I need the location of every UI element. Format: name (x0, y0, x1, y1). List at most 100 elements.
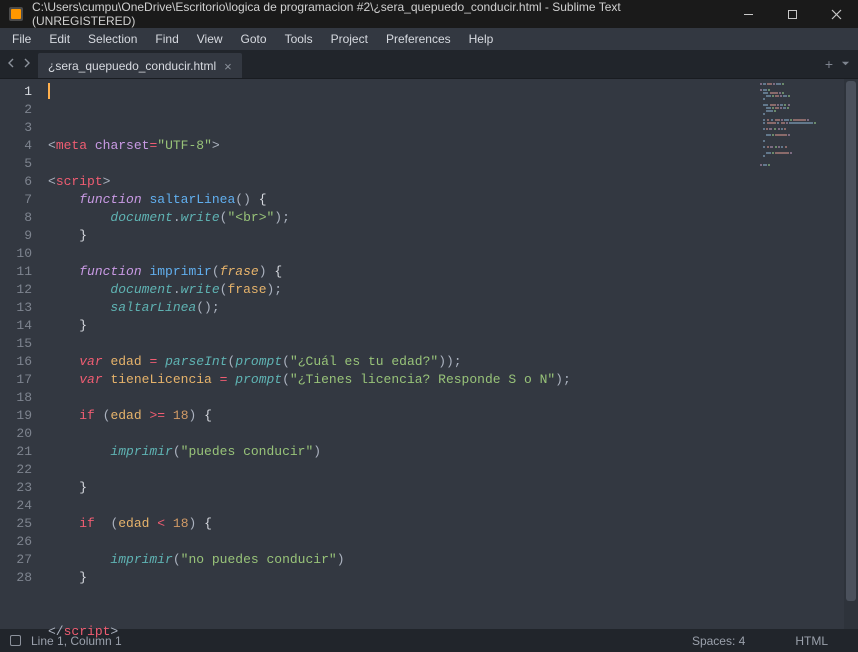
minimap-line (760, 134, 840, 136)
line-number[interactable]: 3 (0, 119, 32, 137)
line-number[interactable]: 19 (0, 407, 32, 425)
tab-menu-icon[interactable] (841, 55, 850, 73)
code-line[interactable]: imprimir("puedes conducir") (48, 443, 754, 461)
code-line[interactable] (48, 425, 754, 443)
menu-help[interactable]: Help (461, 30, 502, 48)
line-number[interactable]: 21 (0, 443, 32, 461)
line-number[interactable]: 6 (0, 173, 32, 191)
line-number[interactable]: 11 (0, 263, 32, 281)
line-number[interactable]: 15 (0, 335, 32, 353)
menu-edit[interactable]: Edit (41, 30, 78, 48)
minimap-line (760, 152, 840, 154)
line-number[interactable]: 26 (0, 533, 32, 551)
code-line[interactable]: imprimir("no puedes conducir") (48, 551, 754, 569)
code-line[interactable] (48, 497, 754, 515)
code-line[interactable]: var edad = parseInt(prompt("¿Cuál es tu … (48, 353, 754, 371)
code-line[interactable] (48, 461, 754, 479)
code-line[interactable]: var tieneLicencia = prompt("¿Tienes lice… (48, 371, 754, 389)
line-number[interactable]: 22 (0, 461, 32, 479)
title-bar: C:\Users\cumpu\OneDrive\Escritorio\logic… (0, 0, 858, 28)
new-tab-icon[interactable]: + (825, 56, 833, 72)
minimap-line (760, 107, 840, 109)
code-line[interactable] (48, 335, 754, 353)
menu-selection[interactable]: Selection (80, 30, 145, 48)
code-line[interactable]: <meta charset="UTF-8"> (48, 137, 754, 155)
line-number[interactable]: 13 (0, 299, 32, 317)
line-number[interactable]: 28 (0, 569, 32, 587)
minimap-line (760, 140, 840, 142)
line-number[interactable]: 14 (0, 317, 32, 335)
tab-label: ¿sera_quepuedo_conducir.html (48, 59, 216, 73)
line-gutter[interactable]: 1234567891011121314151617181920212223242… (0, 79, 42, 629)
code-line[interactable] (48, 605, 754, 623)
code-line[interactable]: } (48, 569, 754, 587)
tab-next-icon[interactable] (22, 55, 32, 73)
line-number[interactable]: 20 (0, 425, 32, 443)
menu-tools[interactable]: Tools (277, 30, 321, 48)
code-line[interactable]: document.write("<br>"); (48, 209, 754, 227)
code-line[interactable]: } (48, 227, 754, 245)
minimap-line (760, 128, 840, 130)
tab-active[interactable]: ¿sera_quepuedo_conducir.html × (38, 53, 242, 78)
minimap-line (760, 149, 840, 151)
code-line[interactable]: } (48, 317, 754, 335)
line-number[interactable]: 4 (0, 137, 32, 155)
line-number[interactable]: 16 (0, 353, 32, 371)
menu-project[interactable]: Project (323, 30, 376, 48)
scrollbar-thumb[interactable] (846, 81, 856, 601)
minimap-line (760, 119, 840, 121)
minimap-line (760, 158, 840, 160)
minimap-line (760, 164, 840, 166)
code-line[interactable] (48, 587, 754, 605)
minimap-line (760, 122, 840, 124)
code-line[interactable]: </script> (48, 623, 754, 641)
line-number[interactable]: 24 (0, 497, 32, 515)
panel-switcher-icon[interactable] (10, 635, 21, 646)
line-number[interactable]: 10 (0, 245, 32, 263)
code-line[interactable]: function imprimir(frase) { (48, 263, 754, 281)
code-line[interactable] (48, 155, 754, 173)
code-line[interactable] (48, 533, 754, 551)
vertical-scrollbar[interactable] (844, 79, 858, 629)
code-line[interactable]: function saltarLinea() { (48, 191, 754, 209)
tab-strip: ¿sera_quepuedo_conducir.html × + (0, 50, 858, 79)
code-line[interactable]: saltarLinea(); (48, 299, 754, 317)
minimap[interactable] (754, 79, 844, 629)
code-line[interactable]: document.write(frase); (48, 281, 754, 299)
line-number[interactable]: 9 (0, 227, 32, 245)
line-number[interactable]: 17 (0, 371, 32, 389)
maximize-button[interactable] (770, 0, 814, 28)
menu-goto[interactable]: Goto (233, 30, 275, 48)
code-line[interactable]: if (edad >= 18) { (48, 407, 754, 425)
code-line[interactable] (48, 389, 754, 407)
line-number[interactable]: 5 (0, 155, 32, 173)
menu-view[interactable]: View (189, 30, 231, 48)
line-number[interactable]: 1 (0, 83, 32, 101)
line-number[interactable]: 12 (0, 281, 32, 299)
line-number[interactable]: 8 (0, 209, 32, 227)
minimap-line (760, 146, 840, 148)
code-area[interactable]: <meta charset="UTF-8"> <script> function… (42, 79, 754, 629)
code-line[interactable] (48, 245, 754, 263)
line-number[interactable]: 27 (0, 551, 32, 569)
code-line[interactable]: if (edad < 18) { (48, 515, 754, 533)
tab-close-icon[interactable]: × (224, 59, 232, 74)
line-number[interactable]: 18 (0, 389, 32, 407)
menu-find[interactable]: Find (147, 30, 186, 48)
status-syntax[interactable]: HTML (795, 634, 828, 648)
menu-preferences[interactable]: Preferences (378, 30, 459, 48)
minimap-line (760, 143, 840, 145)
line-number[interactable]: 25 (0, 515, 32, 533)
code-line[interactable]: } (48, 479, 754, 497)
line-number[interactable]: 23 (0, 479, 32, 497)
minimize-button[interactable] (726, 0, 770, 28)
line-number[interactable]: 2 (0, 101, 32, 119)
tab-prev-icon[interactable] (6, 55, 16, 73)
menu-file[interactable]: File (4, 30, 39, 48)
close-button[interactable] (814, 0, 858, 28)
line-number[interactable]: 7 (0, 191, 32, 209)
code-line[interactable]: <script> (48, 173, 754, 191)
minimap-line (760, 161, 840, 163)
app-icon (8, 6, 24, 22)
window-title: C:\Users\cumpu\OneDrive\Escritorio\logic… (32, 0, 726, 28)
